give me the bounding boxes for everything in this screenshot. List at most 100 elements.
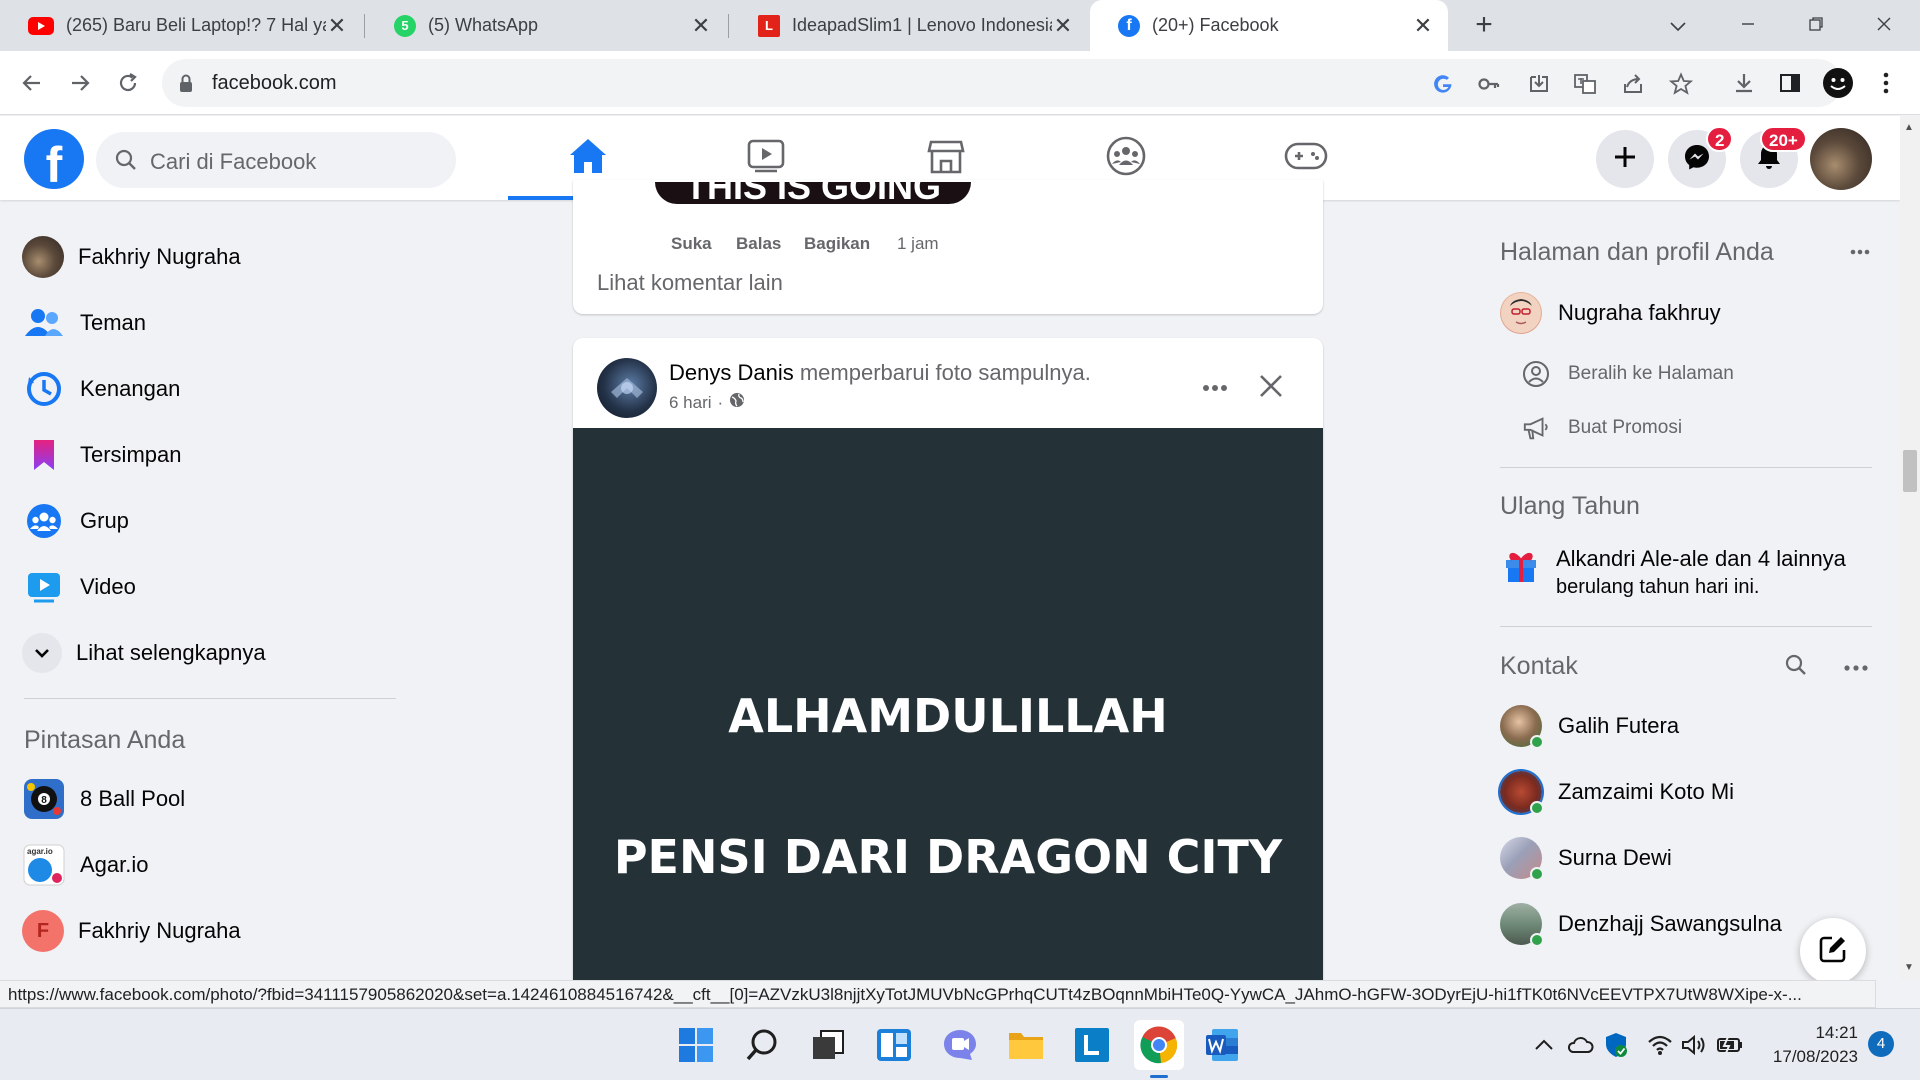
birthday-name[interactable]: Alkandri Ale-ale xyxy=(1556,546,1709,571)
comment-reply-link[interactable]: Balas xyxy=(736,234,781,254)
word-icon[interactable] xyxy=(1200,1023,1244,1067)
task-view-icon[interactable] xyxy=(806,1023,850,1067)
show-hidden-icons[interactable] xyxy=(1530,1031,1558,1059)
new-tab-button[interactable]: + xyxy=(1466,8,1502,44)
messenger-icon xyxy=(1683,143,1711,176)
author-avatar[interactable] xyxy=(597,358,657,418)
contact-item[interactable]: Surna Dewi xyxy=(1500,833,1672,883)
restore-window-icon[interactable] xyxy=(1798,8,1834,44)
lenovo-app-icon[interactable] xyxy=(1070,1023,1114,1067)
contact-item[interactable]: Denzhajj Sawangsulna xyxy=(1500,899,1782,949)
comment-sticker-image[interactable]: THIS IS GOING xyxy=(655,182,971,204)
close-window-icon[interactable] xyxy=(1866,8,1902,44)
close-tab-icon[interactable]: ✕ xyxy=(1052,13,1074,39)
windows-start-icon[interactable] xyxy=(674,1023,718,1067)
page-profile-item[interactable]: Nugraha fakhruy xyxy=(1500,288,1721,338)
post-action-text: memperbarui foto sampulnya. xyxy=(799,360,1091,385)
facebook-search-box[interactable]: Cari di Facebook xyxy=(96,132,456,188)
bookmark-star-icon[interactable] xyxy=(1668,71,1694,97)
profile-avatar xyxy=(22,236,64,278)
downloads-icon[interactable] xyxy=(1726,65,1762,101)
side-panel-icon[interactable] xyxy=(1772,65,1808,101)
file-explorer-icon[interactable] xyxy=(1004,1023,1048,1067)
pages-options-button[interactable] xyxy=(1840,236,1880,266)
post-options-button[interactable] xyxy=(1193,366,1237,410)
google-icon[interactable] xyxy=(1430,71,1456,97)
contacts-options-button[interactable] xyxy=(1836,650,1876,684)
close-tab-icon[interactable]: ✕ xyxy=(690,13,712,39)
volume-icon[interactable] xyxy=(1680,1031,1708,1059)
scrollbar-thumb[interactable] xyxy=(1903,450,1917,492)
page-scrollbar[interactable]: ▲ ▼ xyxy=(1900,116,1920,980)
sidebar-item-video[interactable]: Video xyxy=(22,562,136,612)
contact-item[interactable]: Galih Futera xyxy=(1500,701,1679,751)
birthday-others[interactable]: 4 lainnya xyxy=(1758,546,1846,571)
birthday-item[interactable]: Alkandri Ale-ale dan 4 lainnya berulang … xyxy=(1500,546,1880,606)
chrome-icon[interactable] xyxy=(1134,1020,1184,1070)
contact-item[interactable]: Zamzaimi Koto Mi xyxy=(1500,767,1734,817)
sidebar-item-profile[interactable]: Fakhriy Nugraha xyxy=(22,232,241,282)
back-arrow-icon[interactable] xyxy=(14,65,50,101)
browser-toolbar: facebook.com xyxy=(0,51,1920,115)
browser-tab-facebook[interactable]: f (20+) Facebook ✕ xyxy=(1090,0,1448,51)
shortcut-8-ball-pool[interactable]: 8 8 Ball Pool xyxy=(22,774,185,824)
notification-count-badge[interactable]: 4 xyxy=(1868,1031,1894,1057)
view-more-comments-link[interactable]: Lihat komentar lain xyxy=(597,270,783,296)
install-app-icon[interactable] xyxy=(1526,71,1552,97)
clock-date[interactable]: 17/08/2023 xyxy=(1744,1047,1858,1067)
onedrive-icon[interactable] xyxy=(1566,1031,1594,1059)
scroll-up-icon[interactable]: ▲ xyxy=(1904,122,1914,133)
sidebar-item-groups[interactable]: Grup xyxy=(22,496,129,546)
search-icon[interactable] xyxy=(740,1023,784,1067)
widgets-icon[interactable] xyxy=(872,1023,916,1067)
address-bar[interactable]: facebook.com xyxy=(162,59,1842,107)
post-timestamp[interactable]: 6 hari xyxy=(669,393,712,413)
battery-icon[interactable] xyxy=(1716,1031,1744,1059)
comment-share-link[interactable]: Bagikan xyxy=(804,234,870,254)
sidebar-item-memories[interactable]: Kenangan xyxy=(22,364,180,414)
sidebar-item-see-more[interactable]: Lihat selengkapnya xyxy=(22,628,266,678)
security-shield-icon[interactable] xyxy=(1602,1031,1630,1059)
profile-avatar-icon[interactable] xyxy=(1820,65,1856,101)
switch-to-page-item[interactable]: Beralih ke Halaman xyxy=(1500,349,1734,399)
shortcut-fakhriy-nugraha[interactable]: F Fakhriy Nugraha xyxy=(22,906,241,956)
minimize-window-icon[interactable] xyxy=(1730,8,1766,44)
wifi-icon[interactable] xyxy=(1646,1031,1674,1059)
hide-post-button[interactable] xyxy=(1249,366,1293,410)
browser-tab-lenovo[interactable]: L IdeapadSlim1 | Lenovo Indonesia ✕ xyxy=(730,0,1088,51)
chrome-menu-icon[interactable] xyxy=(1868,65,1904,101)
create-promotion-item[interactable]: Buat Promosi xyxy=(1500,403,1682,453)
translate-icon[interactable] xyxy=(1572,71,1598,97)
shortcut-label: 8 Ball Pool xyxy=(80,786,186,811)
sidebar-item-friends[interactable]: Teman xyxy=(22,298,146,348)
comment-like-link[interactable]: Suka xyxy=(671,234,712,254)
sidebar-item-saved[interactable]: Tersimpan xyxy=(22,430,181,480)
browser-tab-whatsapp[interactable]: 5 (5) WhatsApp ✕ xyxy=(366,0,726,51)
lock-icon[interactable] xyxy=(178,73,194,98)
teams-chat-icon[interactable] xyxy=(938,1023,982,1067)
share-icon[interactable] xyxy=(1620,71,1646,97)
post-cover-image[interactable]: ALHAMDULILLAH PENSI DARI DRAGON CITY xyxy=(573,428,1323,998)
clock-time[interactable]: 14:21 xyxy=(1760,1023,1858,1043)
reload-icon[interactable] xyxy=(110,65,146,101)
scroll-down-icon[interactable]: ▼ xyxy=(1904,962,1914,973)
facebook-logo[interactable]: f xyxy=(24,129,84,189)
post-author-name[interactable]: Denys Danis xyxy=(669,360,794,385)
new-message-button[interactable] xyxy=(1800,918,1866,984)
notifications-button[interactable]: 20+ xyxy=(1740,126,1807,188)
contact-avatar xyxy=(1500,771,1544,815)
right-divider xyxy=(1500,626,1872,627)
key-icon[interactable] xyxy=(1476,71,1502,97)
forward-arrow-icon[interactable] xyxy=(62,65,98,101)
contacts-search-button[interactable] xyxy=(1778,650,1814,684)
tab-search-icon[interactable] xyxy=(1660,8,1696,44)
svg-text:agar.io: agar.io xyxy=(27,847,53,856)
create-button[interactable] xyxy=(1596,130,1654,188)
shortcut-agar-io[interactable]: agar.io Agar.io xyxy=(22,840,149,890)
comment-timestamp[interactable]: 1 jam xyxy=(897,234,939,254)
close-tab-icon[interactable]: ✕ xyxy=(326,13,348,39)
close-tab-icon[interactable]: ✕ xyxy=(1412,13,1434,39)
account-avatar[interactable] xyxy=(1810,128,1872,190)
browser-tab-youtube[interactable]: (265) Baru Beli Laptop!? 7 Hal yang ✕ xyxy=(0,0,362,51)
messenger-button[interactable]: 2 xyxy=(1668,126,1734,188)
